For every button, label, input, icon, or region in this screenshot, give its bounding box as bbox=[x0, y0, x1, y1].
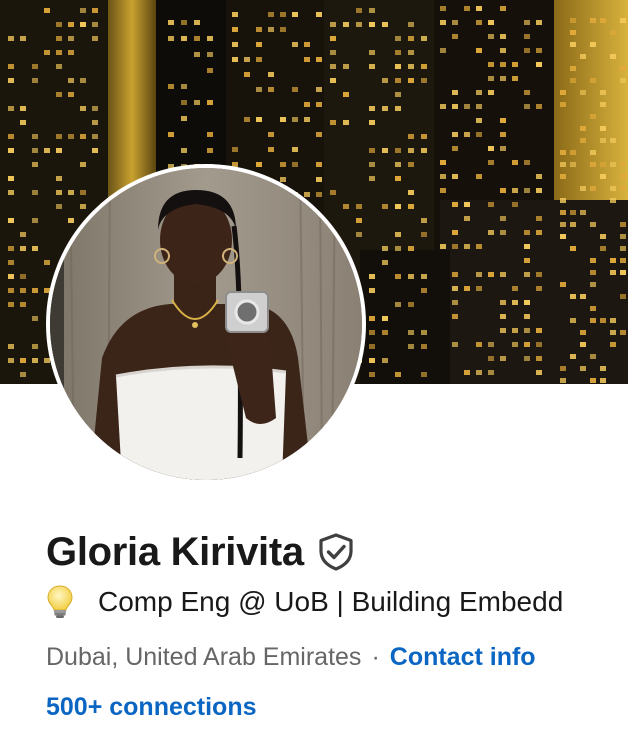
profile-headline-row: Comp Eng @ UoB | Building Embedd bbox=[46, 581, 628, 623]
profile-photo-image bbox=[50, 168, 362, 480]
connections-link[interactable]: 500+ connections bbox=[46, 688, 257, 726]
profile-name: Gloria Kirivita bbox=[46, 529, 304, 574]
lightbulb-icon bbox=[46, 585, 74, 619]
profile-headline: Comp Eng @ UoB | Building Embedd bbox=[98, 586, 564, 617]
separator-dot: · bbox=[371, 642, 380, 671]
profile-page: Gloria Kirivita Comp Eng @ UoB | Buildin… bbox=[0, 0, 628, 736]
contact-info-link[interactable]: Contact info bbox=[390, 643, 536, 672]
profile-location: Dubai, United Arab Emirates bbox=[46, 642, 362, 671]
shield-check-icon[interactable] bbox=[318, 533, 354, 571]
profile-location-row: Dubai, United Arab Emirates · Contact in… bbox=[46, 638, 536, 676]
profile-photo[interactable] bbox=[46, 164, 366, 484]
profile-name-row: Gloria Kirivita bbox=[46, 524, 354, 580]
